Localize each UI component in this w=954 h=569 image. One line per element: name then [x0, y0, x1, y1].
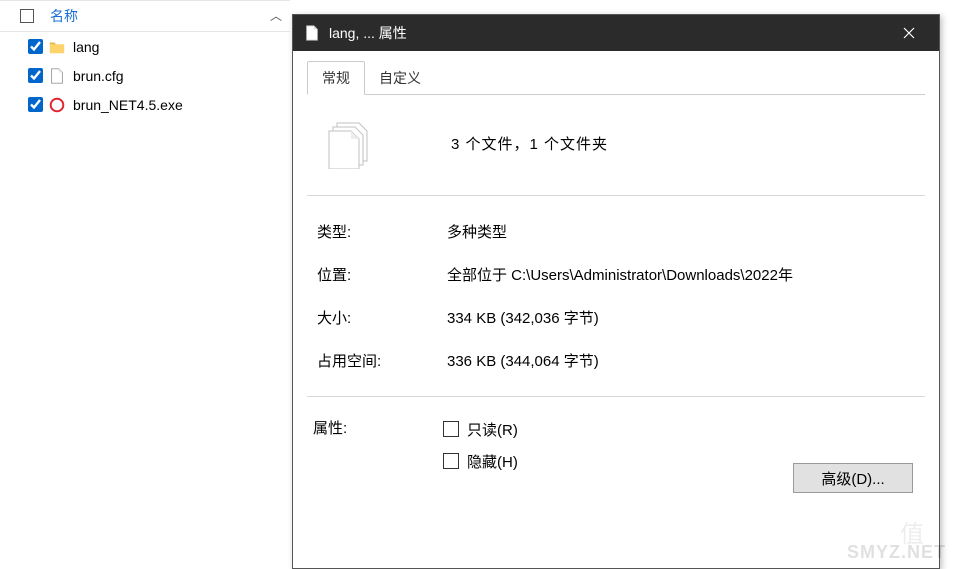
tab-general[interactable]: 常规 [307, 61, 365, 95]
advanced-button[interactable]: 高级(D)... [793, 463, 913, 493]
readonly-checkbox[interactable]: 只读(R) [443, 413, 919, 445]
size-on-disk-value: 336 KB (344,064 字节) [447, 350, 915, 371]
filename-label: brun.cfg [73, 68, 124, 84]
titlebar[interactable]: lang, ... 属性 [293, 15, 939, 51]
row-checkbox[interactable] [28, 39, 43, 54]
checkbox-icon [443, 421, 459, 437]
row-checkbox[interactable] [28, 68, 43, 83]
type-value: 多种类型 [447, 221, 915, 242]
location-label: 位置: [317, 264, 447, 285]
attributes-label: 属性: [313, 413, 443, 477]
documents-stack-icon [323, 117, 379, 169]
filename-label: lang [73, 39, 99, 55]
size-value: 334 KB (342,036 字节) [447, 307, 915, 328]
folder-icon [47, 37, 67, 57]
close-icon [903, 27, 915, 39]
tab-bar: 常规 自定义 [307, 61, 925, 95]
file-icon [47, 66, 67, 86]
name-column-label: 名称 [50, 6, 78, 26]
readonly-label: 只读(R) [467, 419, 518, 440]
table-row[interactable]: lang [0, 32, 290, 61]
app-icon [47, 95, 67, 115]
select-all-checkbox[interactable] [20, 9, 34, 23]
size-label: 大小: [317, 307, 447, 328]
dialog-title: lang, ... 属性 [329, 23, 407, 43]
close-button[interactable] [889, 15, 929, 51]
row-checkbox[interactable] [28, 97, 43, 112]
checkbox-icon [443, 453, 459, 469]
column-header[interactable]: 名称 ︿ [0, 0, 290, 32]
location-value: 全部位于 C:\Users\Administrator\Downloads\20… [447, 264, 915, 285]
sort-chevron-icon[interactable]: ︿ [270, 7, 282, 24]
filename-label: brun_NET4.5.exe [73, 97, 183, 113]
summary-text: 3 个文件，1 个文件夹 [451, 133, 608, 154]
properties-dialog: lang, ... 属性 常规 自定义 3 个文件，1 个文件夹 类型: [292, 14, 940, 569]
type-label: 类型: [317, 221, 447, 242]
table-row[interactable]: brun_NET4.5.exe [0, 90, 290, 119]
tab-custom[interactable]: 自定义 [365, 62, 435, 94]
hidden-label: 隐藏(H) [467, 451, 518, 472]
document-icon [303, 24, 321, 42]
size-on-disk-label: 占用空间: [317, 350, 447, 371]
table-row[interactable]: brun.cfg [0, 61, 290, 90]
